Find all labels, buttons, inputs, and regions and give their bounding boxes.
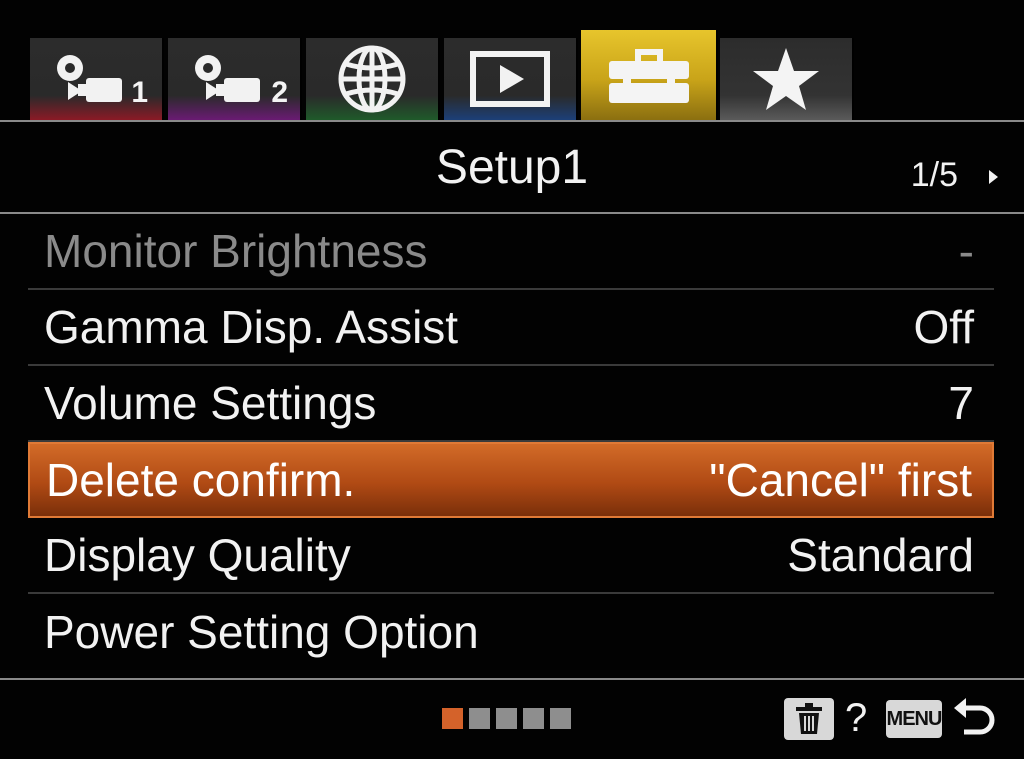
page-dot [469, 708, 490, 729]
menu-item-value: Off [913, 301, 974, 353]
camera-settings-icon [57, 55, 122, 102]
tab-number: 2 [271, 76, 288, 109]
help-button[interactable] [784, 698, 834, 740]
tab-network[interactable] [306, 38, 440, 120]
tab-number: 1 [131, 76, 148, 109]
menu-item-value: "Cancel" first [709, 454, 972, 506]
page-dot [523, 708, 544, 729]
page-indicator: 1/5 [910, 156, 958, 194]
menu-item-label: Monitor Brightness [44, 225, 428, 277]
return-icon[interactable] [950, 696, 996, 742]
menu-header: Setup1 1/5 [0, 120, 1024, 214]
help-icon[interactable]: ? [845, 696, 867, 741]
settings-list: Monitor Brightness - Gamma Disp. Assist … [28, 214, 994, 670]
menu-item-power-setting-option[interactable]: Power Setting Option [28, 594, 994, 670]
menu-item-label: Display Quality [44, 529, 351, 581]
page-dots [442, 708, 577, 729]
globe-icon [338, 45, 406, 113]
menu-item-gamma-disp-assist[interactable]: Gamma Disp. Assist Off [28, 290, 994, 366]
menu-item-label: Volume Settings [44, 377, 377, 429]
menu-item-value: 7 [948, 377, 974, 429]
menu-item-display-quality[interactable]: Display Quality Standard [28, 518, 994, 594]
camera-menu-screen: 1 2 Setup1 1/5 Monitor Brightness - Gamm… [0, 0, 1024, 759]
tab-setup[interactable] [581, 30, 718, 120]
menu-item-monitor-brightness[interactable]: Monitor Brightness - [28, 214, 994, 290]
trash-icon [796, 703, 822, 734]
tab-camera-settings-2[interactable]: 2 [168, 38, 302, 120]
page-title: Setup1 [435, 141, 589, 194]
menu-item-label: Gamma Disp. Assist [44, 301, 459, 353]
toolbox-icon [608, 49, 689, 103]
page-dot [442, 708, 463, 729]
tab-bar: 1 2 [30, 30, 856, 120]
menu-footer: ? MENU [0, 678, 1024, 759]
playback-icon [470, 51, 550, 107]
star-icon [753, 48, 819, 110]
tab-camera-settings-1[interactable]: 1 [30, 38, 164, 120]
menu-item-volume-settings[interactable]: Volume Settings 7 [28, 366, 994, 442]
tab-my-menu[interactable] [720, 38, 854, 120]
menu-item-delete-confirm[interactable]: Delete confirm. "Cancel" first [28, 442, 994, 518]
camera-settings-icon [195, 55, 260, 102]
menu-item-label: Power Setting Option [44, 606, 479, 658]
menu-item-value: - [958, 225, 974, 277]
next-page-arrow-icon[interactable] [989, 170, 998, 184]
tab-playback[interactable] [444, 38, 578, 120]
page-dot [550, 708, 571, 729]
page-dot [496, 708, 517, 729]
menu-item-label: Delete confirm. [46, 454, 356, 506]
menu-button[interactable]: MENU [886, 700, 942, 738]
menu-item-value: Standard [787, 529, 974, 581]
